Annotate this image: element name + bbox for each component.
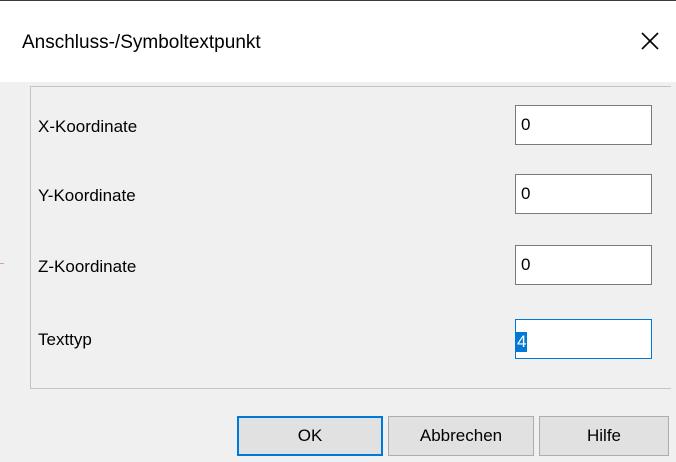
dialog-window: Anschluss-/Symboltextpunkt X-Koordinate … [0, 0, 676, 462]
background-artifact [0, 263, 4, 264]
cancel-button[interactable]: Abbrechen [388, 416, 534, 456]
ok-button[interactable]: OK [237, 416, 383, 456]
y-coordinate-field[interactable] [515, 174, 652, 214]
title-bar: Anschluss-/Symboltextpunkt [0, 1, 676, 82]
z-coordinate-field[interactable] [515, 245, 652, 285]
x-coordinate-field[interactable] [515, 105, 652, 145]
dialog-title: Anschluss-/Symboltextpunkt [22, 32, 261, 53]
texttyp-field[interactable] [515, 319, 652, 359]
x-coordinate-label: X-Koordinate [38, 117, 138, 136]
close-icon[interactable] [638, 29, 662, 53]
help-button[interactable]: Hilfe [539, 416, 669, 456]
z-coordinate-label: Z-Koordinate [38, 257, 137, 276]
y-coordinate-label: Y-Koordinate [38, 186, 136, 205]
texttyp-label: Texttyp [38, 330, 92, 349]
